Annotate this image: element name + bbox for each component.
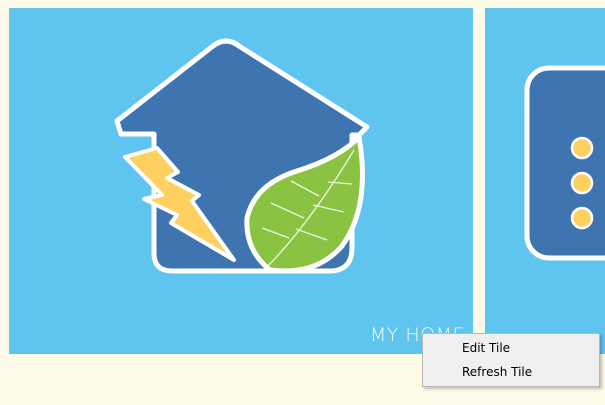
context-menu: Edit Tile Refresh Tile <box>422 333 600 387</box>
device-tile[interactable] <box>485 8 605 354</box>
green-energy-home-icon <box>114 38 370 274</box>
menu-item-refresh-tile[interactable]: Refresh Tile <box>423 360 599 384</box>
device-dots-icon <box>524 65 605 261</box>
home-tile[interactable]: MY HOME <box>9 8 473 354</box>
menu-item-edit-tile[interactable]: Edit Tile <box>423 336 599 360</box>
